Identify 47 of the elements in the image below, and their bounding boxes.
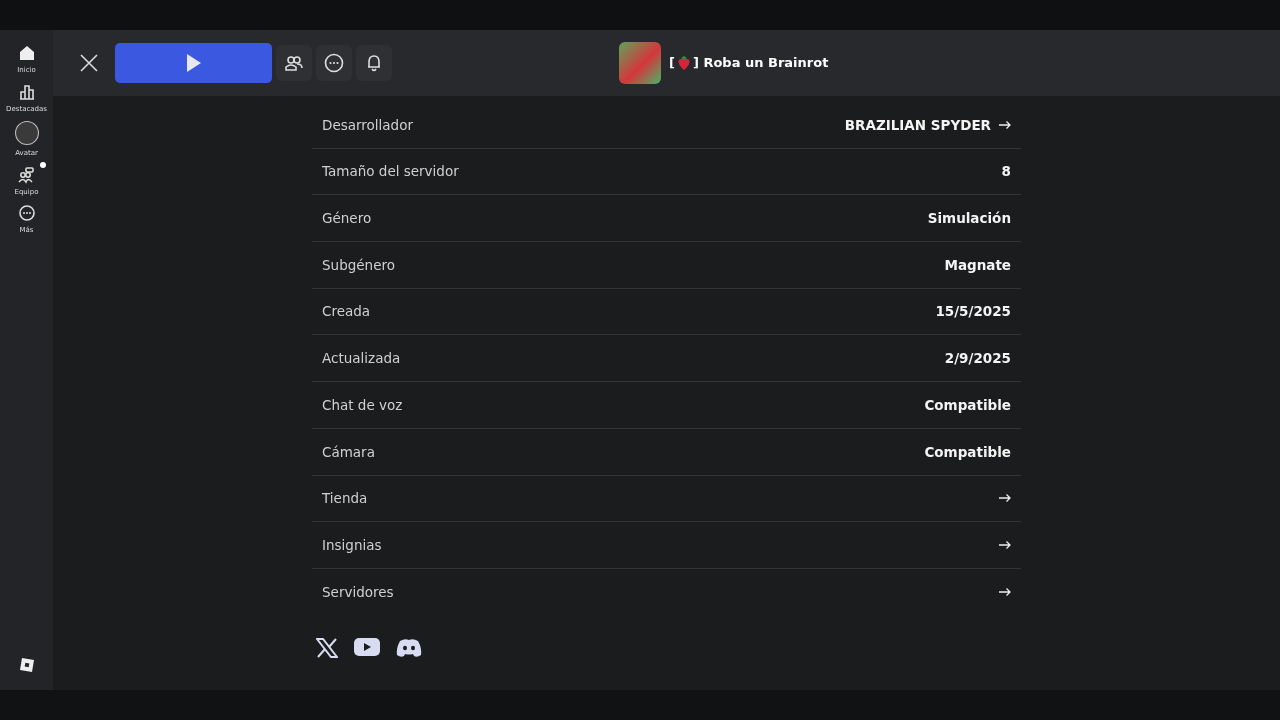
avatar-icon bbox=[14, 121, 39, 145]
detail-value: BRAZILIAN SPYDER bbox=[844, 115, 991, 135]
bar-chart-icon bbox=[17, 82, 36, 101]
detail-value: Magnate bbox=[944, 255, 1011, 275]
x-logo-icon[interactable] bbox=[316, 637, 338, 658]
detail-value: Compatible bbox=[924, 395, 1011, 415]
detail-row[interactable]: Tienda bbox=[312, 475, 1021, 523]
detail-row[interactable]: Servidores bbox=[312, 568, 1021, 616]
more-icon bbox=[324, 53, 344, 73]
people-icon bbox=[284, 53, 304, 73]
play-icon bbox=[185, 53, 202, 73]
game-controller-icon[interactable] bbox=[396, 637, 422, 658]
arrow-icon bbox=[999, 541, 1011, 550]
game-title: [ bbox=[669, 54, 675, 73]
home-icon bbox=[17, 44, 36, 62]
detail-row[interactable]: Insignias bbox=[312, 522, 1021, 569]
detail-label: Insignias bbox=[322, 535, 382, 555]
more-button[interactable] bbox=[316, 45, 352, 81]
arrow-icon bbox=[999, 494, 1011, 503]
detail-label: Género bbox=[322, 209, 372, 229]
close-button[interactable] bbox=[79, 53, 99, 73]
notifications-button[interactable] bbox=[356, 45, 392, 81]
arrow-icon bbox=[999, 120, 1011, 129]
detail-label: Servidores bbox=[322, 583, 394, 603]
notification-dot bbox=[40, 161, 47, 168]
strawberry-icon bbox=[676, 55, 691, 71]
more-icon bbox=[17, 204, 36, 222]
people-icon bbox=[17, 165, 36, 184]
detail-row[interactable]: Desarrollador BRAZILIAN SPYDER bbox=[312, 102, 1021, 149]
detail-value: 2/9/2025 bbox=[944, 349, 1011, 369]
detail-label: Tienda bbox=[322, 489, 368, 509]
detail-label: Chat de voz bbox=[322, 395, 403, 415]
detail-label: Tamaño del servidor bbox=[322, 162, 459, 182]
game-thumbnail bbox=[619, 42, 661, 84]
arrow-icon bbox=[999, 588, 1011, 597]
detail-label: Subgénero bbox=[322, 255, 395, 275]
detail-label: Creada bbox=[322, 302, 371, 322]
video-play-icon[interactable] bbox=[354, 637, 380, 658]
detail-value: 15/5/2025 bbox=[935, 302, 1011, 322]
detail-label: Desarrollador bbox=[322, 115, 413, 135]
detail-value: Simulación bbox=[927, 209, 1011, 229]
friends-button[interactable] bbox=[276, 45, 312, 81]
detail-label: Cámara bbox=[322, 442, 375, 462]
detail-value: 8 bbox=[1001, 162, 1011, 182]
detail-label: Actualizada bbox=[322, 349, 401, 369]
game-title: ] Roba un Brainrot bbox=[692, 54, 829, 73]
detail-value: Compatible bbox=[924, 442, 1011, 462]
